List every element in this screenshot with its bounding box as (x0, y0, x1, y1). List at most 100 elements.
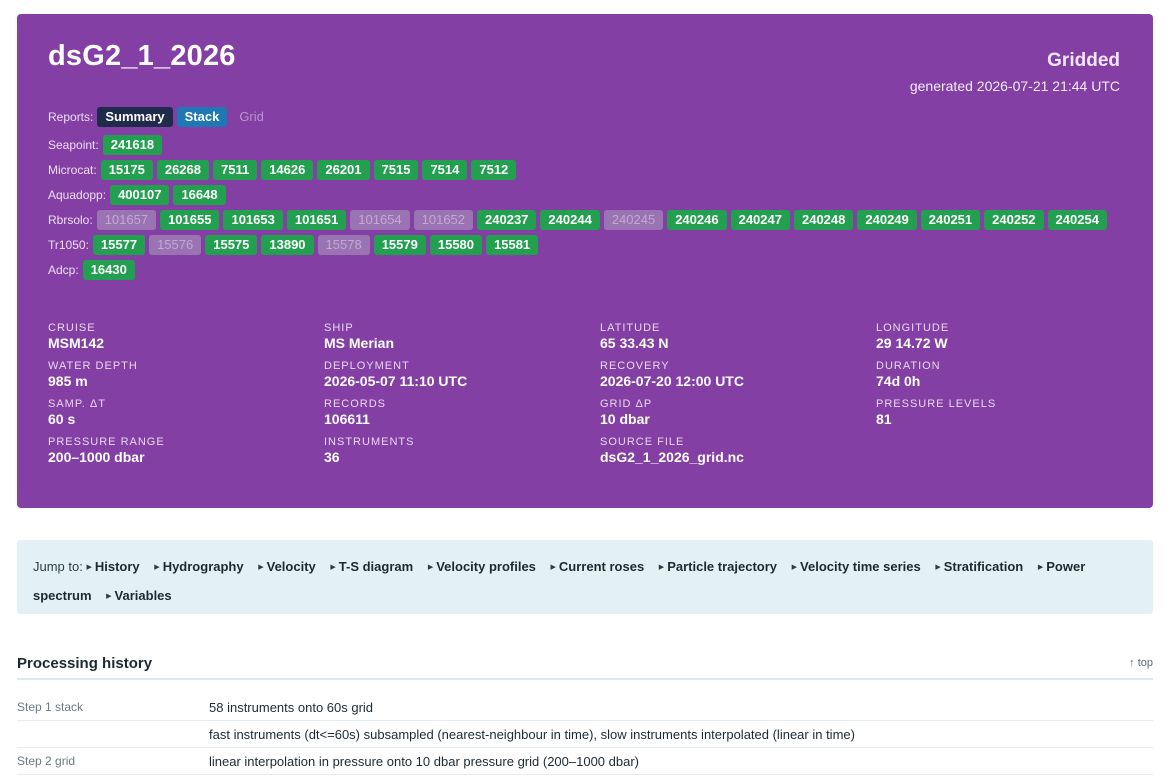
meta-key: CRUISE (48, 322, 96, 334)
jump-link[interactable]: ▶ Variables (106, 588, 172, 603)
meta-value: 2026-05-07 11:10 UTC (324, 373, 468, 389)
instrument-chip[interactable]: 101657 (96, 210, 157, 230)
instrument-chip[interactable]: 101653 (223, 210, 283, 230)
instrument-row: Adcp: 16430 (48, 258, 1128, 282)
meta-cell: RECORDS 106611 (324, 398, 600, 428)
instrument-type-label: Seapoint: (48, 138, 99, 152)
jump-link[interactable]: ▶ T-S diagram (330, 559, 413, 574)
processing-history-title: Processing history (17, 655, 153, 672)
instrument-chip[interactable]: 101652 (413, 210, 474, 230)
meta-cell: LONGITUDE 29 14.72 W (876, 322, 1152, 352)
jump-link-label: Velocity (266, 559, 316, 574)
jump-link[interactable]: ▶ Hydrography (154, 559, 243, 574)
instrument-chip[interactable]: 15578 (317, 235, 370, 255)
instrument-chip[interactable]: 13890 (261, 235, 314, 255)
meta-cell: SOURCE FILE dsG2_1_2026_grid.nc (600, 436, 876, 466)
section-divider (17, 678, 1153, 680)
instrument-type-label: Aquadopp: (48, 188, 107, 202)
back-to-top-link[interactable]: ↑ top (1129, 657, 1153, 669)
meta-cell: LATITUDE 65 33.43 N (600, 322, 876, 352)
instrument-chip[interactable]: 240249 (857, 210, 917, 230)
instrument-chip[interactable]: 7515 (373, 160, 419, 180)
jump-link-label: Variables (114, 588, 172, 603)
instrument-type-label: Tr1050: (48, 238, 89, 252)
instrument-chip[interactable]: 15580 (429, 235, 483, 255)
instrument-chip[interactable]: 15577 (92, 235, 146, 255)
summary-header-panel: dsG2_1_2026 Gridded generated 2026-07-21… (17, 14, 1153, 508)
instrument-type-label: Adcp: (48, 263, 79, 277)
triangle-right-icon: ▶ (106, 593, 112, 600)
instrument-chip[interactable]: 15575 (205, 235, 258, 255)
instrument-chip[interactable]: 26268 (156, 160, 209, 180)
meta-key: DURATION (876, 360, 941, 372)
meta-value: MS Merian (324, 335, 395, 351)
reports-label: Reports: (48, 110, 94, 124)
meta-cell: SHIP MS Merian (324, 322, 600, 352)
jump-link[interactable]: ▶ History (86, 559, 139, 574)
jump-label: Jump to: (33, 559, 83, 574)
instrument-chip[interactable]: 240254 (1047, 210, 1107, 230)
triangle-right-icon: ▶ (1037, 564, 1044, 571)
jump-link[interactable]: ▶ Velocity (258, 559, 316, 574)
meta-key: LONGITUDE (876, 322, 950, 334)
history-step: Step 2 grid (17, 754, 76, 768)
instrument-rows: Seapoint: 241618 Microcat: 15175 26268 7511 14… (48, 133, 1128, 282)
instrument-chip[interactable]: 7514 (422, 160, 468, 180)
instrument-chip[interactable]: 7511 (213, 160, 258, 180)
processing-history-table: Step 1 stack 58 instruments onto 60s grid… (17, 694, 1153, 775)
meta-value: 985 m (48, 373, 88, 389)
instrument-chip[interactable]: 240237 (477, 210, 537, 230)
jump-link[interactable]: ▶ Particle trajectory (659, 559, 777, 574)
instrument-chip[interactable]: 241618 (102, 135, 163, 155)
meta-key: SOURCE FILE (600, 436, 685, 448)
instrument-chip[interactable]: 15175 (100, 160, 153, 180)
instrument-chip[interactable]: 14626 (261, 160, 314, 180)
meta-key: RECOVERY (600, 360, 670, 372)
instrument-chip[interactable]: 240248 (793, 210, 854, 230)
instrument-chip[interactable]: 240244 (540, 210, 600, 230)
history-description: linear interpolation in pressure onto 10… (209, 753, 639, 769)
instrument-chip[interactable]: 101655 (160, 210, 220, 230)
history-row: fast instruments (dt<=60s) subsampled (n… (17, 721, 1153, 748)
jump-link[interactable]: ▶ Current roses (551, 559, 645, 574)
instrument-chip[interactable]: 101651 (286, 210, 347, 230)
meta-cell: GRID ΔP 10 dbar (600, 398, 876, 428)
instrument-chip[interactable]: 240252 (984, 210, 1044, 230)
meta-key: PRESSURE LEVELS (876, 398, 997, 410)
jump-link-label: Hydrography (162, 559, 244, 574)
instrument-chip[interactable]: 240245 (603, 210, 664, 230)
triangle-right-icon: ▶ (330, 564, 336, 571)
instrument-chip[interactable]: 101654 (350, 210, 410, 230)
meta-value: 74d 0h (876, 373, 921, 389)
jump-link-label: Current roses (558, 559, 645, 574)
instrument-chip[interactable]: 15576 (149, 235, 202, 255)
jump-link[interactable]: ▶ Velocity profiles (428, 559, 536, 574)
report-grid-button[interactable]: Grid (231, 107, 272, 127)
instrument-type-label: Rbrsolo: (48, 213, 93, 227)
instrument-chip[interactable]: 15579 (373, 235, 426, 255)
history-description: fast instruments (dt<=60s) subsampled (n… (209, 726, 855, 742)
meta-cell: DURATION 74d 0h (876, 360, 1152, 390)
triangle-right-icon: ▶ (86, 564, 92, 571)
jump-link-label: T-S diagram (338, 559, 414, 574)
jump-link[interactable]: ▶ Velocity time series (792, 559, 921, 574)
report-stack-button[interactable]: Stack (176, 107, 228, 127)
instrument-chip[interactable]: 240247 (730, 210, 790, 230)
instrument-chip[interactable]: 15581 (486, 235, 539, 255)
triangle-right-icon: ▶ (427, 564, 434, 571)
instrument-chip[interactable]: 26201 (317, 160, 370, 180)
instrument-chip[interactable]: 16648 (173, 185, 226, 205)
instrument-chip[interactable]: 16430 (82, 260, 135, 280)
meta-key: PRESSURE RANGE (48, 436, 165, 448)
meta-cell: CRUISE MSM142 (48, 322, 324, 352)
instrument-chip[interactable]: 400107 (110, 185, 170, 205)
instrument-chip[interactable]: 240251 (920, 210, 981, 230)
instrument-row: Seapoint: 241618 (48, 133, 1128, 157)
report-summary-button[interactable]: Summary (97, 107, 173, 127)
meta-key: SHIP (324, 322, 354, 334)
jump-link[interactable]: ▶ Stratification (935, 559, 1023, 574)
meta-key: LATITUDE (600, 322, 661, 334)
instrument-chip[interactable]: 240246 (667, 210, 727, 230)
meta-cell: INSTRUMENTS 36 (324, 436, 600, 466)
instrument-chip[interactable]: 7512 (471, 160, 517, 180)
